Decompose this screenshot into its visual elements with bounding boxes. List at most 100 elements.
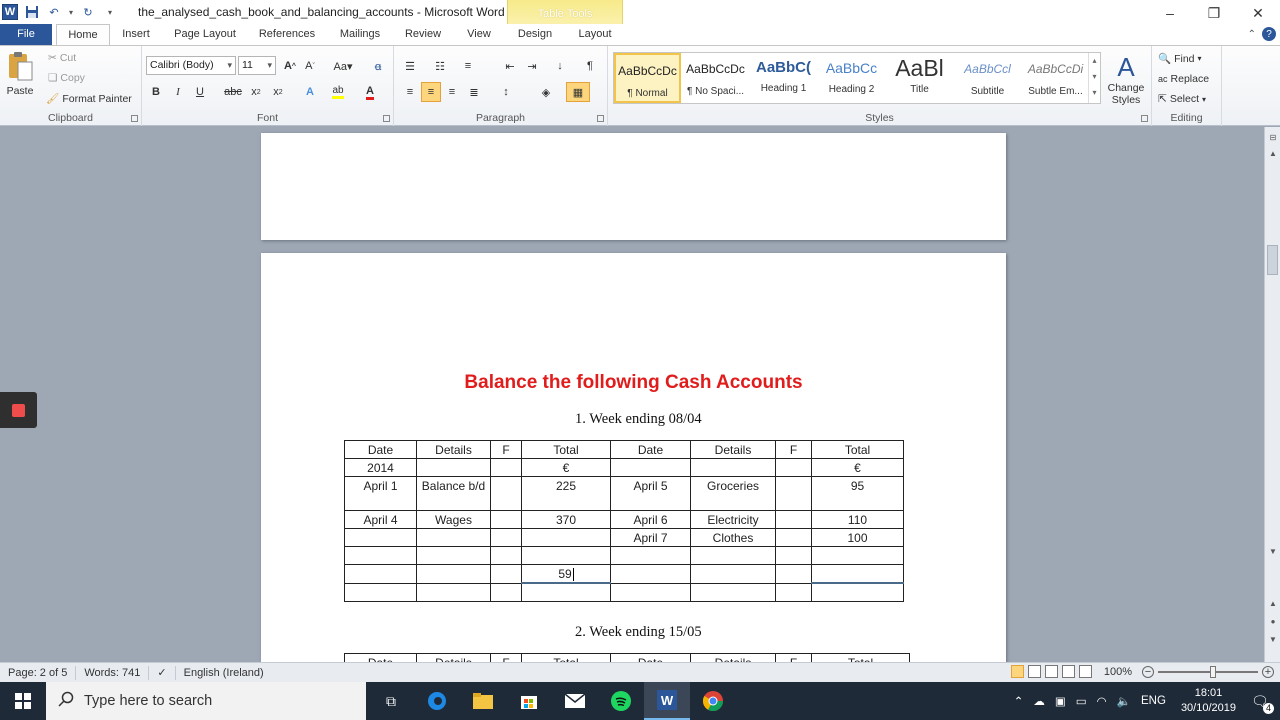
- justify-icon[interactable]: ≣: [464, 82, 484, 102]
- highlight-color-icon[interactable]: ab: [328, 82, 348, 102]
- onedrive-icon[interactable]: ☁: [1028, 694, 1050, 708]
- undo-dropdown-icon[interactable]: ▾: [68, 4, 74, 20]
- table-header-cell[interactable]: F: [775, 440, 812, 459]
- table-header-cell[interactable]: Date: [610, 440, 691, 459]
- full-screen-reading-icon[interactable]: [1027, 665, 1041, 678]
- table-cell[interactable]: [416, 546, 491, 565]
- styles-launcher-icon[interactable]: [1141, 115, 1148, 122]
- table-cell[interactable]: [811, 564, 904, 584]
- page-count[interactable]: Page: 2 of 5: [0, 665, 77, 680]
- spotify-icon[interactable]: [598, 682, 644, 720]
- table-header-cell[interactable]: Total: [521, 653, 611, 662]
- tab-references[interactable]: References: [252, 24, 322, 45]
- table-cell[interactable]: Groceries: [690, 476, 776, 511]
- table-cell[interactable]: Electricity: [690, 510, 776, 529]
- table-cell[interactable]: [775, 564, 812, 584]
- table-cell[interactable]: April 4: [344, 510, 417, 529]
- minimize-button[interactable]: –: [1148, 0, 1192, 26]
- web-layout-icon[interactable]: [1044, 665, 1058, 678]
- style-heading-2[interactable]: AaBbCc Heading 2: [818, 53, 885, 103]
- replace-button[interactable]: ac Replace: [1158, 73, 1209, 85]
- table-cell[interactable]: [775, 546, 812, 565]
- shading-icon[interactable]: ◈: [536, 82, 556, 102]
- volume-icon[interactable]: 🔈: [1112, 694, 1136, 708]
- align-center-icon[interactable]: ≡: [421, 82, 441, 102]
- scroll-up-icon[interactable]: ▲: [1265, 147, 1280, 161]
- undo-icon[interactable]: ↶: [46, 4, 62, 20]
- table-cell[interactable]: [775, 510, 812, 529]
- table-cell[interactable]: [490, 458, 522, 477]
- font-launcher-icon[interactable]: [383, 115, 390, 122]
- wifi-icon[interactable]: ◠: [1092, 694, 1112, 708]
- table-cell[interactable]: [344, 564, 417, 584]
- underline-icon[interactable]: U: [190, 82, 210, 102]
- redo-icon[interactable]: ↻: [80, 4, 96, 20]
- table-cell[interactable]: [811, 582, 904, 602]
- table-cell[interactable]: 370: [521, 510, 611, 529]
- table-header-cell[interactable]: Date: [610, 653, 691, 662]
- word-taskbar-icon[interactable]: W: [644, 682, 690, 720]
- align-right-icon[interactable]: ≡: [442, 82, 462, 102]
- customize-qat-icon[interactable]: ▾: [102, 4, 118, 20]
- multilevel-list-icon[interactable]: ≡: [458, 56, 478, 76]
- start-button[interactable]: [0, 682, 46, 720]
- table-cell[interactable]: [775, 458, 812, 477]
- style-title[interactable]: AaBl Title: [886, 53, 953, 103]
- tab-view[interactable]: View: [458, 24, 500, 45]
- help-icon[interactable]: ?: [1262, 27, 1276, 41]
- font-size-combo[interactable]: 11: [238, 56, 276, 75]
- tab-mailings[interactable]: Mailings: [332, 24, 388, 45]
- table-header-cell[interactable]: Total: [521, 440, 611, 459]
- decrease-indent-icon[interactable]: ⇤: [500, 56, 520, 76]
- select-button[interactable]: ⇱ Select ▾: [1158, 93, 1206, 105]
- table-cell[interactable]: [490, 564, 522, 584]
- font-color-icon[interactable]: A: [360, 82, 380, 102]
- font-name-combo[interactable]: Calibri (Body): [146, 56, 236, 75]
- table-cell[interactable]: [416, 564, 491, 584]
- scrollbar-thumb[interactable]: [1267, 245, 1278, 275]
- table-header-cell[interactable]: Details: [690, 653, 776, 662]
- cash-account-table-2[interactable]: Date Details F Total Date Details F Tota…: [344, 653, 910, 662]
- table-cell[interactable]: April 6: [610, 510, 691, 529]
- zoom-level[interactable]: 100%: [1104, 666, 1132, 678]
- vertical-scrollbar[interactable]: ⊟ ▲ ▼ ▲ ● ▼: [1264, 127, 1280, 662]
- table-cell[interactable]: [690, 582, 776, 602]
- table-cell[interactable]: [811, 546, 904, 565]
- table-cell[interactable]: [490, 528, 522, 547]
- table-cell[interactable]: 95: [811, 476, 904, 511]
- chrome-icon[interactable]: [690, 682, 736, 720]
- table-cell[interactable]: €: [521, 458, 611, 477]
- previous-page-icon[interactable]: ▲: [1265, 597, 1280, 611]
- outline-icon[interactable]: [1061, 665, 1075, 678]
- zoom-out-icon[interactable]: −: [1142, 665, 1154, 678]
- cut-button[interactable]: ✂ Cut: [48, 52, 76, 64]
- scroll-down-icon[interactable]: ▼: [1265, 545, 1280, 559]
- styles-scroll-icon[interactable]: ▴ ▾ ▾: [1088, 53, 1100, 103]
- show-hidden-icons-icon[interactable]: ⌃: [1009, 694, 1029, 708]
- table-header-cell[interactable]: Total: [811, 440, 904, 459]
- taskbar-search-box[interactable]: Type here to search: [46, 682, 366, 720]
- table-cell[interactable]: [416, 458, 491, 477]
- table-cell[interactable]: [521, 582, 611, 602]
- align-left-icon[interactable]: ≡: [400, 82, 420, 102]
- borders-icon[interactable]: ▦: [566, 82, 590, 102]
- show-formatting-marks-icon[interactable]: ¶: [580, 56, 600, 76]
- browse-object-icon[interactable]: ●: [1265, 615, 1280, 629]
- shrink-font-icon[interactable]: Aˇ: [300, 56, 320, 76]
- language-status[interactable]: English (Ireland): [176, 666, 272, 680]
- table-cell[interactable]: [416, 582, 491, 602]
- clock[interactable]: 18:01 30/10/2019: [1171, 686, 1246, 716]
- next-page-icon[interactable]: ▼: [1265, 633, 1280, 647]
- table-cell[interactable]: [521, 546, 611, 565]
- numbering-icon[interactable]: ☷: [430, 56, 450, 76]
- battery-icon[interactable]: ▭: [1071, 694, 1092, 708]
- superscript-icon[interactable]: x2: [268, 82, 288, 102]
- table-header-cell[interactable]: Details: [416, 653, 491, 662]
- style-heading-1[interactable]: AaBbC( Heading 1: [750, 53, 817, 103]
- action-center-icon[interactable]: 🗨 4: [1246, 693, 1280, 714]
- table-cell[interactable]: 2014: [344, 458, 417, 477]
- table-cell[interactable]: [490, 476, 522, 511]
- change-styles-button[interactable]: A Change Styles: [1104, 52, 1148, 106]
- word-app-icon[interactable]: W: [2, 4, 18, 20]
- table-cell[interactable]: [690, 564, 776, 584]
